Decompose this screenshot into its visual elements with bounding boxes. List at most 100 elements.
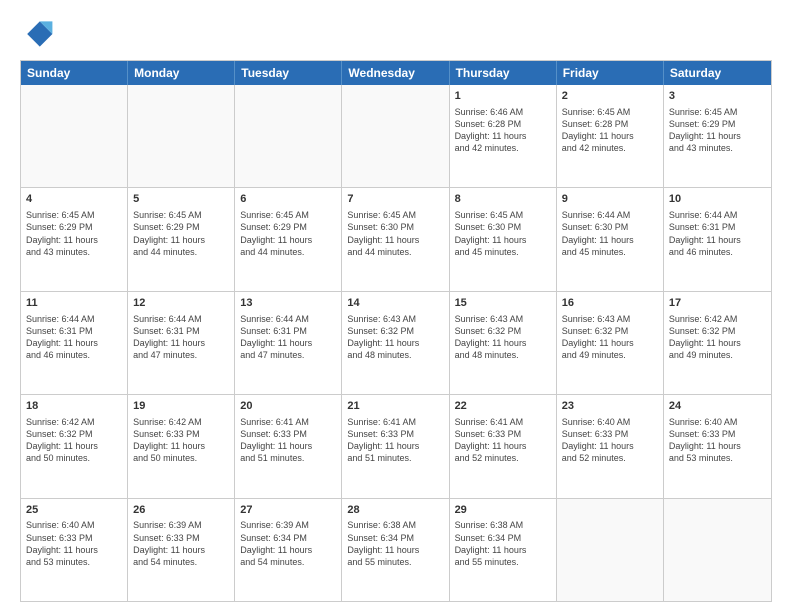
day-info: Sunrise: 6:45 AMSunset: 6:29 PMDaylight:… bbox=[240, 209, 336, 258]
day-number: 22 bbox=[455, 399, 551, 414]
day-number: 26 bbox=[133, 503, 229, 518]
cal-cell: 26Sunrise: 6:39 AMSunset: 6:33 PMDayligh… bbox=[128, 499, 235, 601]
day-info: Sunrise: 6:44 AMSunset: 6:30 PMDaylight:… bbox=[562, 209, 658, 258]
day-number: 11 bbox=[26, 296, 122, 311]
day-info: Sunrise: 6:45 AMSunset: 6:28 PMDaylight:… bbox=[562, 106, 658, 155]
cal-row-0: 1Sunrise: 6:46 AMSunset: 6:28 PMDaylight… bbox=[21, 85, 771, 187]
cal-cell: 11Sunrise: 6:44 AMSunset: 6:31 PMDayligh… bbox=[21, 292, 128, 394]
cal-cell: 19 Sunrise: 6:42 AMSunset: 6:33 PMDayligh… bbox=[128, 395, 235, 497]
weekday-header-sunday: Sunday bbox=[21, 61, 128, 85]
cal-cell: 14 Sunrise: 6:43 AMSunset: 6:32 PMDayligh… bbox=[342, 292, 449, 394]
day-number: 28 bbox=[347, 503, 443, 518]
day-info: Sunrise: 6:43 AMSunset: 6:32 PMDaylight:… bbox=[562, 313, 658, 362]
cal-cell: 9 Sunrise: 6:44 AMSunset: 6:30 PMDaylight… bbox=[557, 188, 664, 290]
page: SundayMondayTuesdayWednesdayThursdayFrid… bbox=[0, 0, 792, 612]
day-number: 4 bbox=[26, 192, 122, 207]
day-number: 21 bbox=[347, 399, 443, 414]
day-info: Sunrise: 6:40 AMSunset: 6:33 PMDaylight:… bbox=[669, 416, 766, 465]
day-info: Sunrise: 6:45 AMSunset: 6:29 PMDaylight:… bbox=[26, 209, 122, 258]
cal-cell bbox=[235, 85, 342, 187]
cal-cell: 8 Sunrise: 6:45 AMSunset: 6:30 PMDaylight… bbox=[450, 188, 557, 290]
day-number: 12 bbox=[133, 296, 229, 311]
day-number: 3 bbox=[669, 89, 766, 104]
cal-cell: 27Sunrise: 6:39 AMSunset: 6:34 PMDayligh… bbox=[235, 499, 342, 601]
cal-cell: 12Sunrise: 6:44 AMSunset: 6:31 PMDayligh… bbox=[128, 292, 235, 394]
day-info: Sunrise: 6:45 AMSunset: 6:30 PMDaylight:… bbox=[347, 209, 443, 258]
logo-icon bbox=[20, 16, 56, 52]
day-number: 20 bbox=[240, 399, 336, 414]
cal-cell: 23 Sunrise: 6:40 AMSunset: 6:33 PMDayligh… bbox=[557, 395, 664, 497]
cal-cell: 13 Sunrise: 6:44 AMSunset: 6:31 PMDayligh… bbox=[235, 292, 342, 394]
day-info: Sunrise: 6:40 AMSunset: 6:33 PMDaylight:… bbox=[26, 519, 122, 568]
day-number: 25 bbox=[26, 503, 122, 518]
cal-cell: 25Sunrise: 6:40 AMSunset: 6:33 PMDayligh… bbox=[21, 499, 128, 601]
weekday-header-wednesday: Wednesday bbox=[342, 61, 449, 85]
cal-cell: 18 Sunrise: 6:42 AMSunset: 6:32 PMDayligh… bbox=[21, 395, 128, 497]
cal-cell: 2 Sunrise: 6:45 AMSunset: 6:28 PMDaylight… bbox=[557, 85, 664, 187]
day-number: 24 bbox=[669, 399, 766, 414]
day-number: 18 bbox=[26, 399, 122, 414]
day-info: Sunrise: 6:42 AMSunset: 6:32 PMDaylight:… bbox=[26, 416, 122, 465]
weekday-header-thursday: Thursday bbox=[450, 61, 557, 85]
weekday-header-friday: Friday bbox=[557, 61, 664, 85]
day-info: Sunrise: 6:45 AMSunset: 6:30 PMDaylight:… bbox=[455, 209, 551, 258]
day-number: 17 bbox=[669, 296, 766, 311]
day-number: 5 bbox=[133, 192, 229, 207]
day-info: Sunrise: 6:41 AMSunset: 6:33 PMDaylight:… bbox=[240, 416, 336, 465]
day-info: Sunrise: 6:42 AMSunset: 6:32 PMDaylight:… bbox=[669, 313, 766, 362]
cal-cell: 29Sunrise: 6:38 AMSunset: 6:34 PMDayligh… bbox=[450, 499, 557, 601]
day-number: 14 bbox=[347, 296, 443, 311]
cal-cell: 6 Sunrise: 6:45 AMSunset: 6:29 PMDaylight… bbox=[235, 188, 342, 290]
cal-cell: 3 Sunrise: 6:45 AMSunset: 6:29 PMDaylight… bbox=[664, 85, 771, 187]
cal-cell: 24 Sunrise: 6:40 AMSunset: 6:33 PMDayligh… bbox=[664, 395, 771, 497]
calendar-body: 1Sunrise: 6:46 AMSunset: 6:28 PMDaylight… bbox=[21, 85, 771, 601]
day-info: Sunrise: 6:44 AMSunset: 6:31 PMDaylight:… bbox=[240, 313, 336, 362]
day-info: Sunrise: 6:43 AMSunset: 6:32 PMDaylight:… bbox=[347, 313, 443, 362]
cal-cell: 4 Sunrise: 6:45 AMSunset: 6:29 PMDaylight… bbox=[21, 188, 128, 290]
cal-cell: 5 Sunrise: 6:45 AMSunset: 6:29 PMDaylight… bbox=[128, 188, 235, 290]
day-info: Sunrise: 6:43 AMSunset: 6:32 PMDaylight:… bbox=[455, 313, 551, 362]
day-info: Sunrise: 6:44 AMSunset: 6:31 PMDaylight:… bbox=[669, 209, 766, 258]
day-info: Sunrise: 6:40 AMSunset: 6:33 PMDaylight:… bbox=[562, 416, 658, 465]
day-info: Sunrise: 6:38 AMSunset: 6:34 PMDaylight:… bbox=[347, 519, 443, 568]
cal-cell: 21 Sunrise: 6:41 AMSunset: 6:33 PMDayligh… bbox=[342, 395, 449, 497]
calendar: SundayMondayTuesdayWednesdayThursdayFrid… bbox=[20, 60, 772, 602]
day-number: 7 bbox=[347, 192, 443, 207]
cal-cell: 15Sunrise: 6:43 AMSunset: 6:32 PMDayligh… bbox=[450, 292, 557, 394]
cal-cell: 20 Sunrise: 6:41 AMSunset: 6:33 PMDayligh… bbox=[235, 395, 342, 497]
logo bbox=[20, 16, 60, 52]
day-number: 27 bbox=[240, 503, 336, 518]
day-number: 8 bbox=[455, 192, 551, 207]
cal-cell: 16 Sunrise: 6:43 AMSunset: 6:32 PMDayligh… bbox=[557, 292, 664, 394]
calendar-header: SundayMondayTuesdayWednesdayThursdayFrid… bbox=[21, 61, 771, 85]
day-info: Sunrise: 6:45 AMSunset: 6:29 PMDaylight:… bbox=[133, 209, 229, 258]
day-info: Sunrise: 6:41 AMSunset: 6:33 PMDaylight:… bbox=[347, 416, 443, 465]
day-number: 19 bbox=[133, 399, 229, 414]
cal-cell bbox=[21, 85, 128, 187]
day-number: 23 bbox=[562, 399, 658, 414]
day-number: 2 bbox=[562, 89, 658, 104]
day-number: 9 bbox=[562, 192, 658, 207]
cal-cell: 1Sunrise: 6:46 AMSunset: 6:28 PMDaylight… bbox=[450, 85, 557, 187]
day-number: 29 bbox=[455, 503, 551, 518]
weekday-header-tuesday: Tuesday bbox=[235, 61, 342, 85]
cal-row-4: 25Sunrise: 6:40 AMSunset: 6:33 PMDayligh… bbox=[21, 498, 771, 601]
day-info: Sunrise: 6:38 AMSunset: 6:34 PMDaylight:… bbox=[455, 519, 551, 568]
cal-cell: 10Sunrise: 6:44 AMSunset: 6:31 PMDayligh… bbox=[664, 188, 771, 290]
day-number: 13 bbox=[240, 296, 336, 311]
cal-cell: 17 Sunrise: 6:42 AMSunset: 6:32 PMDayligh… bbox=[664, 292, 771, 394]
cal-row-2: 11 Sunrise: 6:44 AMSunset: 6:31 PMDayligh… bbox=[21, 291, 771, 394]
day-info: Sunrise: 6:41 AMSunset: 6:33 PMDaylight:… bbox=[455, 416, 551, 465]
day-number: 6 bbox=[240, 192, 336, 207]
cal-cell bbox=[128, 85, 235, 187]
cal-row-1: 4 Sunrise: 6:45 AMSunset: 6:29 PMDaylight… bbox=[21, 187, 771, 290]
header bbox=[20, 16, 772, 52]
day-info: Sunrise: 6:46 AMSunset: 6:28 PMDaylight:… bbox=[455, 106, 551, 155]
cal-cell bbox=[557, 499, 664, 601]
cal-cell: 28Sunrise: 6:38 AMSunset: 6:34 PMDayligh… bbox=[342, 499, 449, 601]
day-info: Sunrise: 6:42 AMSunset: 6:33 PMDaylight:… bbox=[133, 416, 229, 465]
cal-cell: 22 Sunrise: 6:41 AMSunset: 6:33 PMDayligh… bbox=[450, 395, 557, 497]
day-number: 16 bbox=[562, 296, 658, 311]
day-info: Sunrise: 6:45 AMSunset: 6:29 PMDaylight:… bbox=[669, 106, 766, 155]
weekday-header-monday: Monday bbox=[128, 61, 235, 85]
